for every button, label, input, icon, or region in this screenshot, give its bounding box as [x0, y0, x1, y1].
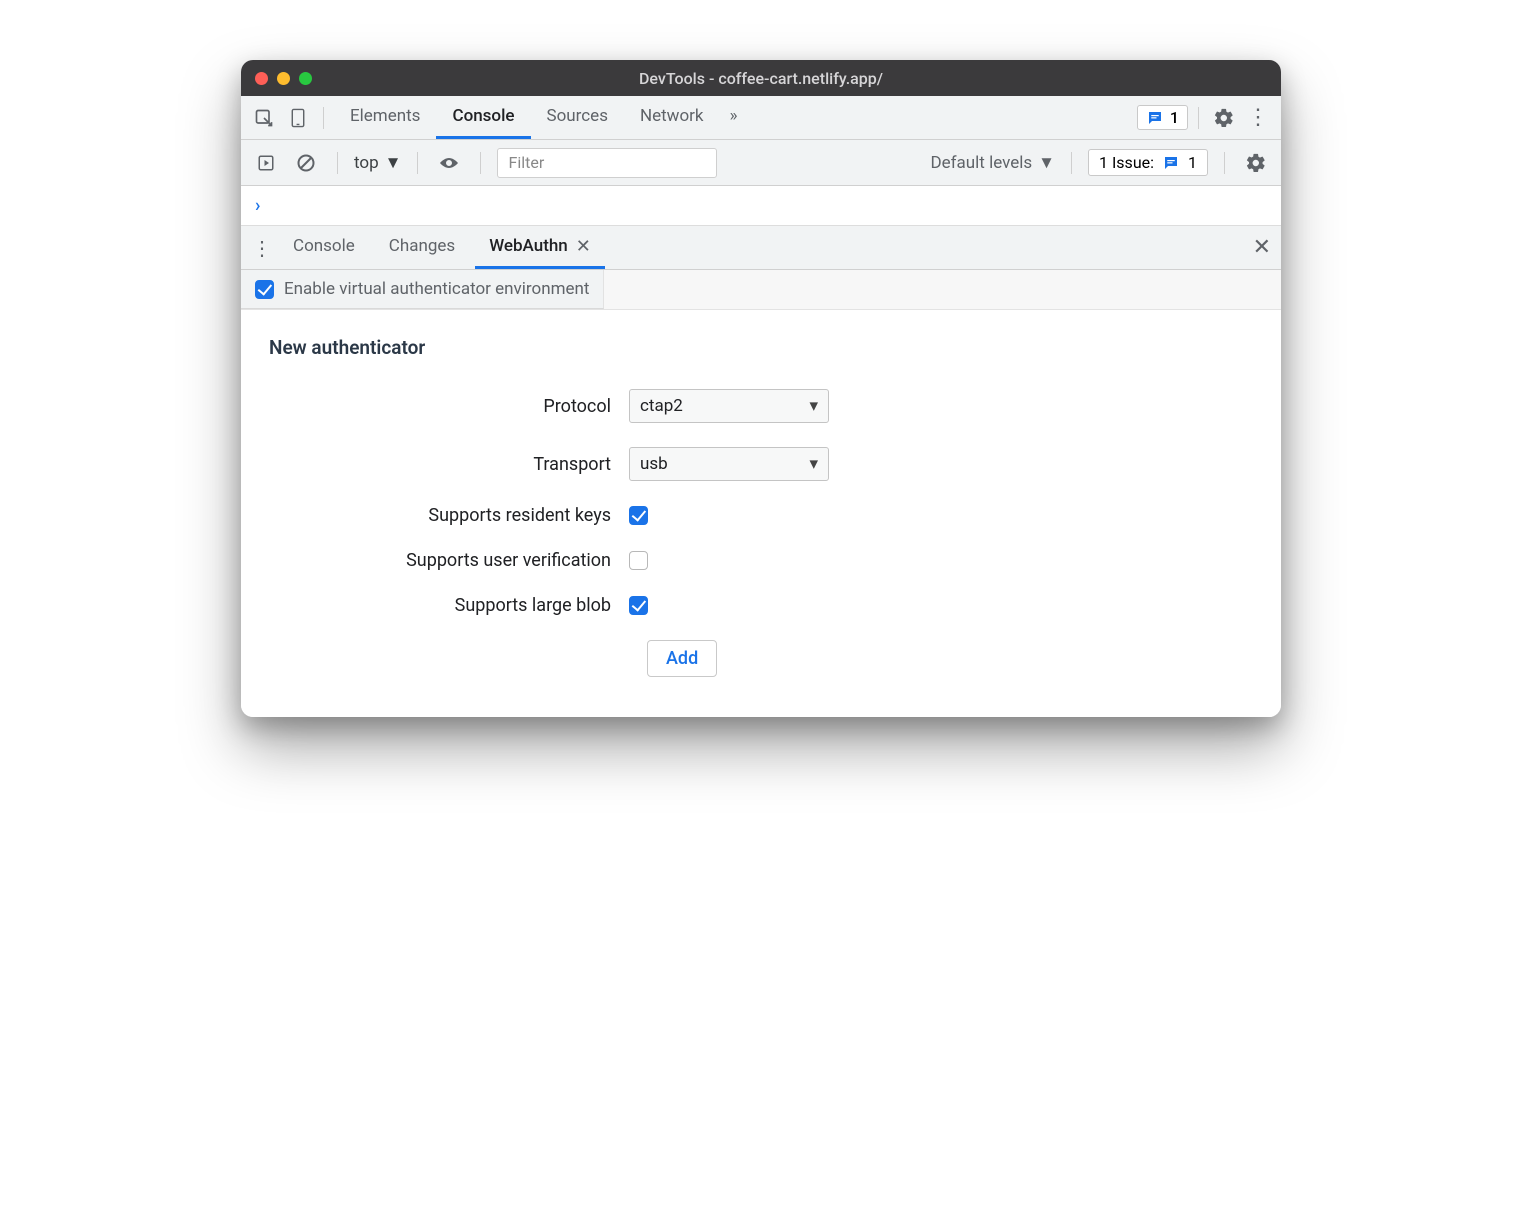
- tab-sources[interactable]: Sources: [531, 96, 624, 139]
- main-tabs: Elements Console Sources Network »: [334, 96, 748, 139]
- protocol-label: Protocol: [269, 396, 629, 417]
- context-selector-label: top: [354, 153, 379, 173]
- drawer-tab-console[interactable]: Console: [279, 226, 369, 269]
- console-settings-icon[interactable]: [1241, 148, 1271, 178]
- user-verification-checkbox[interactable]: [629, 551, 648, 570]
- issues-label: 1 Issue:: [1099, 153, 1154, 172]
- dropdown-caret-icon: ▼: [1038, 153, 1055, 173]
- transport-label: Transport: [269, 454, 629, 475]
- issues-count: 1: [1188, 153, 1197, 172]
- webauthn-panel: New authenticator Protocol ctap2 ▾ Trans…: [241, 310, 1281, 717]
- devtools-window: DevTools - coffee-cart.netlify.app/ Elem…: [241, 60, 1281, 717]
- divider: [337, 152, 338, 174]
- close-drawer-icon[interactable]: ✕: [1253, 235, 1271, 260]
- large-blob-label: Supports large blob: [269, 595, 629, 616]
- large-blob-checkbox[interactable]: [629, 596, 648, 615]
- issues-button[interactable]: 1 Issue: 1: [1088, 149, 1208, 176]
- settings-icon[interactable]: [1209, 103, 1239, 133]
- issues-badge-count: 1: [1170, 108, 1179, 127]
- titlebar: DevTools - coffee-cart.netlify.app/: [241, 60, 1281, 96]
- drawer-menu-icon[interactable]: ⋮: [251, 236, 273, 260]
- drawer-toolbar: ⋮ Console Changes WebAuthn ✕ ✕: [241, 226, 1281, 270]
- console-prompt-icon: ›: [255, 195, 260, 216]
- console-output[interactable]: ›: [241, 186, 1281, 226]
- user-verification-label: Supports user verification: [269, 550, 629, 571]
- drawer-tab-webauthn[interactable]: WebAuthn ✕: [475, 226, 605, 269]
- close-tab-icon[interactable]: ✕: [576, 236, 591, 257]
- protocol-select[interactable]: ctap2 ▾: [629, 389, 829, 423]
- drawer-tab-webauthn-label: WebAuthn: [489, 236, 568, 256]
- message-icon: [1146, 109, 1164, 127]
- dropdown-caret-icon: ▾: [809, 454, 818, 474]
- divider: [1224, 152, 1225, 174]
- drawer-tab-changes[interactable]: Changes: [375, 226, 469, 269]
- more-tabs-button[interactable]: »: [720, 96, 748, 139]
- maximize-window-button[interactable]: [299, 72, 312, 85]
- protocol-select-value: ctap2: [640, 396, 683, 416]
- enable-bar: Enable virtual authenticator environment: [241, 270, 1281, 310]
- tab-network[interactable]: Network: [624, 96, 720, 139]
- dropdown-caret-icon: ▾: [809, 396, 818, 416]
- message-icon: [1162, 154, 1180, 172]
- filter-input[interactable]: [497, 148, 717, 178]
- new-authenticator-heading: New authenticator: [269, 336, 1253, 359]
- kebab-menu-icon[interactable]: ⋮: [1243, 103, 1273, 133]
- main-toolbar: Elements Console Sources Network » 1 ⋮: [241, 96, 1281, 140]
- enable-virtual-authenticator-label: Enable virtual authenticator environment: [284, 279, 589, 299]
- transport-select-value: usb: [640, 454, 668, 474]
- add-authenticator-button[interactable]: Add: [647, 640, 717, 677]
- resident-keys-checkbox[interactable]: [629, 506, 648, 525]
- close-window-button[interactable]: [255, 72, 268, 85]
- console-toolbar: top ▼ Default levels ▼ 1 Issue: 1: [241, 140, 1281, 186]
- resident-keys-label: Supports resident keys: [269, 505, 629, 526]
- log-levels-selector[interactable]: Default levels ▼: [930, 153, 1055, 173]
- transport-select[interactable]: usb ▾: [629, 447, 829, 481]
- clear-console-icon[interactable]: [291, 148, 321, 178]
- divider: [323, 107, 324, 129]
- minimize-window-button[interactable]: [277, 72, 290, 85]
- execution-context-icon[interactable]: [251, 148, 281, 178]
- divider: [1071, 152, 1072, 174]
- window-controls: [255, 72, 312, 85]
- inspect-element-icon[interactable]: [249, 103, 279, 133]
- tab-elements[interactable]: Elements: [334, 96, 436, 139]
- log-levels-label: Default levels: [930, 153, 1032, 173]
- issues-badge[interactable]: 1: [1137, 105, 1188, 130]
- context-selector[interactable]: top ▼: [354, 153, 401, 173]
- enable-virtual-authenticator-row: Enable virtual authenticator environment: [241, 270, 604, 309]
- tab-console[interactable]: Console: [436, 96, 530, 139]
- dropdown-caret-icon: ▼: [385, 153, 402, 173]
- window-title: DevTools - coffee-cart.netlify.app/: [241, 69, 1281, 88]
- device-toggle-icon[interactable]: [283, 103, 313, 133]
- enable-virtual-authenticator-checkbox[interactable]: [255, 280, 274, 299]
- divider: [417, 152, 418, 174]
- divider: [480, 152, 481, 174]
- divider: [1198, 107, 1199, 129]
- live-expression-icon[interactable]: [434, 148, 464, 178]
